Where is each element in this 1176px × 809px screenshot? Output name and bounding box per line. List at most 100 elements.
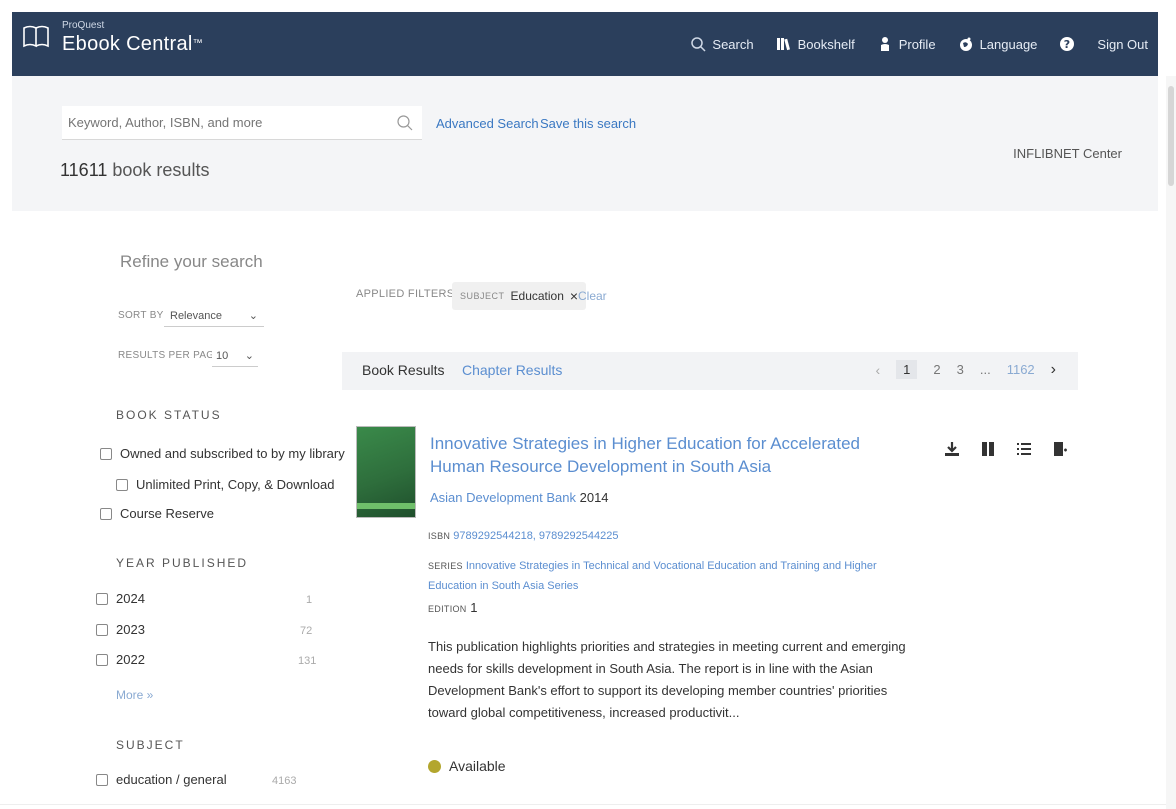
add-to-bookshelf-icon[interactable]: [1052, 440, 1068, 458]
filter-year-2023[interactable]: 2023: [96, 622, 145, 637]
next-page-icon[interactable]: ›: [1051, 361, 1056, 379]
series-line: SERIES Innovative Strategies in Technica…: [428, 556, 898, 596]
checkbox[interactable]: [96, 653, 108, 666]
results-per-page-select[interactable]: 10 ⌄: [212, 345, 258, 367]
brand-name: Ebook Central: [62, 33, 193, 55]
nav-profile-label: Profile: [898, 36, 936, 52]
nav-signout-label: Sign Out: [1097, 36, 1148, 52]
filter-course-reserve[interactable]: Course Reserve: [100, 506, 214, 521]
series-link[interactable]: Innovative Strategies in Technical and V…: [428, 560, 877, 592]
results-count: 11611 book results: [60, 160, 209, 181]
page-2[interactable]: 2: [933, 362, 940, 377]
publisher-link[interactable]: Asian Development Bank: [430, 490, 576, 505]
globe-icon: [959, 37, 972, 51]
checkbox[interactable]: [96, 592, 108, 605]
sort-by-value: Relevance: [170, 309, 222, 322]
year-label: 2022: [116, 652, 145, 667]
subject-count: 4163: [272, 775, 297, 787]
search-area: Advanced Search Save this search 11611 b…: [12, 76, 1158, 211]
tab-chapter-results[interactable]: Chapter Results: [462, 362, 562, 378]
nav-bookshelf[interactable]: Bookshelf: [776, 36, 855, 52]
results-count-number: 11611: [60, 160, 108, 180]
filter-chip-education[interactable]: SUBJECT Education ×: [452, 282, 587, 310]
page-ellipsis: ...: [979, 362, 991, 377]
download-icon[interactable]: [944, 440, 960, 458]
save-search-link[interactable]: Save this search: [540, 116, 636, 131]
top-bar: ProQuest Ebook Central™ Search Bookshelf…: [12, 12, 1158, 76]
filter-year-2022[interactable]: 2022: [96, 652, 145, 667]
year-count: 72: [300, 625, 313, 637]
availability-status: Available: [428, 758, 506, 774]
book-status-heading: BOOK STATUS: [116, 408, 222, 422]
list-icon[interactable]: [1016, 440, 1032, 458]
edition-line: EDITION 1: [428, 600, 477, 615]
scrollbar-thumb[interactable]: [1168, 86, 1174, 186]
checkbox[interactable]: [116, 478, 128, 491]
checkbox[interactable]: [100, 447, 112, 460]
search-icon: [691, 37, 706, 52]
publication-year: 2014: [579, 490, 609, 505]
advanced-search-link[interactable]: Advanced Search: [436, 116, 539, 131]
search-input[interactable]: [62, 106, 422, 140]
pagination: ‹ 1 2 3 ... 1162 ›: [875, 360, 1056, 379]
year-count: 131: [298, 655, 317, 667]
nav-bookshelf-label: Bookshelf: [797, 36, 855, 52]
refine-heading: Refine your search: [120, 252, 263, 271]
filter-year-2024[interactable]: 2024: [96, 591, 145, 606]
results-count-suffix: book results: [107, 160, 210, 180]
clear-filters-link[interactable]: Clear: [578, 289, 607, 303]
availability-label: Available: [449, 758, 506, 774]
sort-by-label: SORT BY: [118, 310, 164, 321]
isbn-value: 9789292544218, 9789292544225: [453, 530, 619, 542]
filter-unlimited[interactable]: Unlimited Print, Copy, & Download: [116, 477, 334, 492]
results-tabs: Book Results Chapter Results ‹ 1 2 3 ...…: [342, 352, 1078, 390]
year-label: 2024: [116, 591, 145, 606]
filter-unlimited-label: Unlimited Print, Copy, & Download: [136, 477, 335, 492]
nav-search-label: Search: [712, 36, 754, 52]
close-icon[interactable]: ×: [570, 288, 578, 304]
institution-name: INFLIBNET Center: [1013, 146, 1122, 161]
sort-by-select[interactable]: Relevance ⌄: [164, 305, 264, 327]
nav-language-label: Language: [979, 36, 1038, 52]
results-per-page-value: 10: [216, 349, 229, 362]
book-title-link[interactable]: Innovative Strategies in Higher Educatio…: [430, 432, 910, 478]
subject-label: education / general: [116, 772, 227, 787]
book-description: This publication highlights priorities a…: [428, 639, 906, 720]
chip-value: Education: [510, 289, 564, 303]
edition-label: EDITION: [428, 604, 467, 614]
book-cover[interactable]: [356, 426, 416, 518]
book-actions: [944, 440, 1068, 458]
nav-signout[interactable]: Sign Out: [1097, 37, 1148, 52]
filter-subject-education-general[interactable]: education / general: [96, 772, 227, 787]
read-book-icon[interactable]: [980, 440, 996, 458]
help-icon: ?: [1060, 37, 1075, 51]
book-icon: [23, 25, 49, 48]
filter-owned[interactable]: Owned and subscribed to by my library: [100, 446, 345, 461]
chip-kind: SUBJECT: [460, 291, 505, 301]
nav-profile[interactable]: Profile: [877, 36, 936, 52]
svg-text:?: ?: [1064, 38, 1070, 51]
page-last[interactable]: 1162: [1007, 362, 1035, 377]
year-count: 1: [306, 594, 313, 606]
brand[interactable]: ProQuest Ebook Central™: [22, 20, 203, 56]
checkbox[interactable]: [96, 623, 108, 636]
checkbox[interactable]: [100, 507, 112, 520]
checkbox[interactable]: [96, 773, 108, 786]
search-icon[interactable]: [396, 114, 414, 132]
isbn-label: ISBN: [428, 531, 451, 541]
top-nav: Search Bookshelf Profile Language ? Sign…: [690, 12, 1148, 76]
help-button[interactable]: ?: [1059, 36, 1075, 52]
filter-course-reserve-label: Course Reserve: [120, 506, 214, 521]
year-label: 2023: [116, 622, 145, 637]
page-3[interactable]: 3: [957, 362, 964, 377]
brand-small-text: ProQuest: [62, 20, 105, 31]
nav-language[interactable]: Language: [958, 36, 1038, 52]
prev-page-icon[interactable]: ‹: [875, 362, 880, 378]
series-label: SERIES: [428, 561, 463, 571]
year-more-link[interactable]: More »: [116, 688, 153, 702]
page-1[interactable]: 1: [896, 360, 918, 379]
tab-book-results[interactable]: Book Results: [362, 362, 444, 378]
availability-icon: [428, 759, 441, 773]
edition-value: 1: [470, 600, 478, 615]
nav-search[interactable]: Search: [690, 36, 754, 52]
